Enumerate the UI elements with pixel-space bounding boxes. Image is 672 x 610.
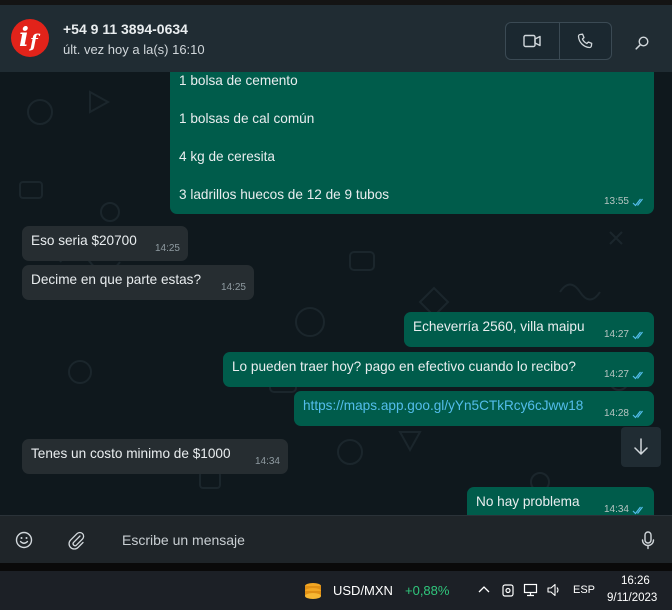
video-call-button[interactable]	[506, 23, 559, 59]
message-meta: 14:25	[221, 280, 246, 296]
clock-time[interactable]: 16:26	[621, 575, 650, 587]
message-meta: 14:25	[155, 241, 180, 257]
read-ticks-icon	[632, 410, 643, 418]
video-call-icon	[523, 34, 541, 48]
message-text: Echeverría 2560, villa maipu	[413, 319, 585, 334]
scroll-to-bottom-button[interactable]	[621, 427, 661, 467]
message-time: 13:55	[603, 196, 629, 207]
message-meta: 14:28	[604, 406, 646, 422]
read-ticks-icon	[632, 331, 643, 339]
message-bubble-incoming[interactable]: Eso seria $20700 14:25	[22, 226, 188, 261]
search-icon	[635, 36, 649, 50]
message-text-line: 1 bolsa de cemento	[179, 73, 298, 88]
message-time: 14:34	[603, 504, 629, 515]
windows-taskbar: USD/MXN +0,88% ESP 16:26 9/11/2023	[0, 571, 672, 610]
message-text: Decime en que parte estas?	[31, 272, 202, 287]
attach-button[interactable]	[65, 529, 87, 551]
message-meta: 14:27	[604, 367, 646, 383]
message-bubble-outgoing[interactable]: No hay problema 14:34	[467, 487, 654, 515]
message-composer	[0, 515, 672, 563]
voice-call-button[interactable]	[558, 23, 612, 59]
message-input[interactable]	[115, 524, 615, 556]
voice-message-button[interactable]	[637, 529, 659, 551]
message-text-line: 1 bolsas de cal común	[179, 111, 315, 126]
chat-header: i f +54 9 11 3894-0634 últ. vez hoy a la…	[0, 0, 672, 72]
contact-avatar[interactable]: i f	[11, 19, 49, 57]
message-meta: 14:34	[255, 454, 280, 470]
camera-icon[interactable]	[500, 582, 516, 598]
clock-date[interactable]: 9/11/2023	[607, 592, 657, 604]
emoji-button[interactable]	[13, 529, 35, 551]
network-icon[interactable]	[523, 582, 539, 598]
message-bubble-outgoing[interactable]: 1 bolsa de cemento 1 bolsas de cal común…	[170, 72, 654, 214]
contact-last-seen: últ. vez hoy a la(s) 16:10	[63, 42, 205, 57]
message-time: 14:25	[154, 243, 180, 254]
read-ticks-icon	[632, 506, 643, 514]
stock-ticker-change[interactable]: +0,88%	[405, 583, 449, 598]
message-bubble-incoming[interactable]: Decime en que parte estas? 14:25	[22, 265, 254, 300]
message-meta: 13:55	[604, 194, 646, 210]
message-text: Lo pueden traer hoy? pago en efectivo cu…	[232, 359, 576, 374]
message-text-line: 3 ladrillos huecos de 12 de 9 tubos	[179, 187, 390, 202]
message-meta: 14:27	[604, 327, 646, 343]
message-meta: 14:34	[604, 502, 646, 515]
search-button[interactable]	[630, 31, 654, 55]
message-list[interactable]: 1 bolsa de cemento 1 bolsas de cal común…	[0, 72, 672, 515]
message-time: 14:27	[603, 369, 629, 380]
read-ticks-icon	[632, 198, 643, 206]
message-text-line: 4 kg de ceresita	[179, 149, 275, 164]
message-bubble-outgoing[interactable]: Echeverría 2560, villa maipu 14:27	[404, 312, 654, 347]
attach-icon	[68, 531, 85, 550]
mic-icon	[641, 531, 655, 550]
message-link[interactable]: https://maps.app.goo.gl/yYn5CTkRcy6cJww1…	[303, 398, 583, 413]
window-edge	[0, 563, 672, 571]
chevron-up-icon[interactable]	[476, 582, 492, 598]
contact-name[interactable]: +54 9 11 3894-0634	[63, 21, 188, 37]
volume-icon[interactable]	[546, 582, 562, 598]
emoji-icon	[15, 531, 33, 549]
input-language-indicator[interactable]: ESP	[573, 584, 595, 596]
voice-call-icon	[578, 33, 593, 49]
avatar-logo-letter-f: f	[30, 31, 38, 52]
message-text: Tenes un costo minimo de $1000	[31, 446, 231, 461]
message-text: No hay problema	[476, 494, 580, 509]
message-time: 14:25	[220, 282, 246, 293]
coins-icon[interactable]	[301, 579, 325, 603]
call-button-group	[505, 22, 612, 60]
arrow-down-icon	[634, 438, 648, 455]
message-bubble-outgoing[interactable]: Lo pueden traer hoy? pago en efectivo cu…	[223, 352, 654, 387]
message-text: Eso seria $20700	[31, 233, 137, 248]
message-bubble-incoming[interactable]: Tenes un costo minimo de $1000 14:34	[22, 439, 288, 474]
message-time: 14:28	[603, 408, 629, 419]
read-ticks-icon	[632, 371, 643, 379]
message-time: 14:27	[603, 329, 629, 340]
stock-ticker-name[interactable]: USD/MXN	[333, 583, 393, 598]
message-time: 14:34	[254, 456, 280, 467]
avatar-logo-letter-i: i	[19, 23, 29, 53]
message-bubble-outgoing[interactable]: https://maps.app.goo.gl/yYn5CTkRcy6cJww1…	[294, 391, 654, 426]
